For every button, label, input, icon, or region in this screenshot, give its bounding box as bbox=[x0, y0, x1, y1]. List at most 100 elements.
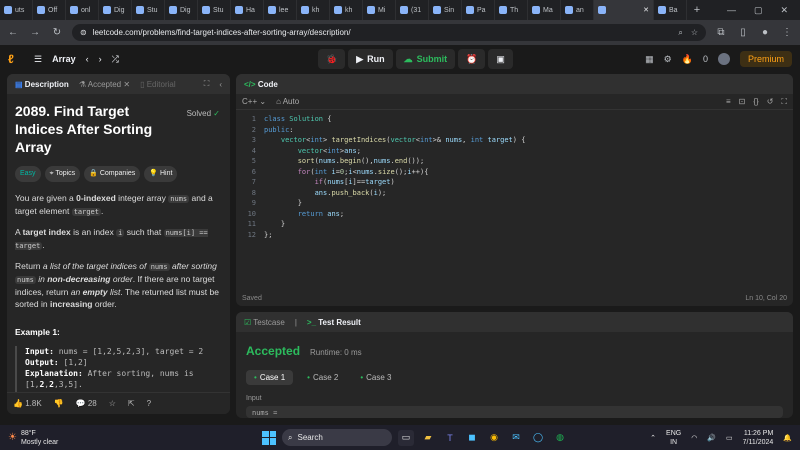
settings-gear-icon[interactable]: ⚙ bbox=[664, 54, 672, 65]
spotify-icon[interactable]: ◍ bbox=[552, 430, 568, 446]
forward-icon[interactable]: → bbox=[28, 27, 42, 38]
code-line[interactable]: class Solution { bbox=[264, 114, 525, 125]
browser-tab[interactable]: an bbox=[561, 0, 594, 20]
volume-icon[interactable]: 🔊 bbox=[707, 434, 716, 442]
notification-icon[interactable]: 🔔 bbox=[783, 434, 792, 442]
code-line[interactable]: ans.push_back(i); bbox=[264, 188, 525, 199]
wifi-icon[interactable]: ◠ bbox=[691, 434, 697, 442]
extensions-icon[interactable]: ⧉ bbox=[714, 27, 728, 38]
task-view-icon[interactable]: ▭ bbox=[398, 429, 414, 446]
browser-tab[interactable]: Mi bbox=[363, 0, 396, 20]
problem-list-label[interactable]: Array bbox=[52, 54, 76, 64]
tab-description[interactable]: ▤ Description bbox=[15, 80, 69, 89]
browser-tab[interactable]: Th bbox=[495, 0, 528, 20]
tab-editorial[interactable]: ▯ Editorial bbox=[140, 80, 176, 89]
browser-tab[interactable]: onl bbox=[66, 0, 99, 20]
zoom-icon[interactable]: ⌕ bbox=[678, 28, 682, 38]
code-line[interactable]: public: bbox=[264, 125, 525, 136]
timer-button[interactable]: ⏰ bbox=[458, 49, 486, 69]
streak-fire-icon[interactable]: 🔥 bbox=[682, 54, 693, 65]
shuffle-icon[interactable]: ⤮ bbox=[112, 54, 119, 65]
maximize-panel-icon[interactable]: ⛶ bbox=[204, 79, 210, 89]
submit-button[interactable]: ☁ Submit bbox=[395, 49, 456, 69]
favorite-star-icon[interactable]: ☆ bbox=[109, 399, 116, 408]
mail-icon[interactable]: ✉ bbox=[508, 430, 524, 446]
premium-button[interactable]: Premium bbox=[739, 51, 792, 67]
notes-button[interactable]: ▣ bbox=[488, 49, 513, 69]
browser-tab[interactable]: Ha bbox=[231, 0, 264, 20]
close-tab-icon[interactable]: ✕ bbox=[643, 6, 649, 14]
url-field[interactable]: ⊜ leetcode.com/problems/find-target-indi… bbox=[72, 24, 706, 41]
browser-tab[interactable]: Sin bbox=[429, 0, 462, 20]
code-line[interactable]: for(int i=0;i<nums.size();i++){ bbox=[264, 167, 525, 178]
code-line[interactable]: } bbox=[264, 198, 525, 209]
collapse-panel-icon[interactable]: ‹ bbox=[219, 80, 222, 89]
browser-tab[interactable]: lee bbox=[264, 0, 297, 20]
code-line[interactable]: vector<int>ans; bbox=[264, 146, 525, 157]
cortana-icon[interactable]: ◯ bbox=[530, 430, 546, 446]
tab-code[interactable]: </> Code bbox=[244, 80, 278, 89]
code-line[interactable]: }; bbox=[264, 230, 525, 241]
autocomplete-mode[interactable]: ⌂ Auto bbox=[276, 97, 299, 106]
topics-button[interactable]: ⌖ Topics bbox=[44, 166, 81, 182]
browser-tab[interactable]: kh bbox=[330, 0, 363, 20]
browser-tab[interactable]: Ba bbox=[654, 0, 687, 20]
dislike-button[interactable]: 👎 bbox=[54, 399, 64, 408]
tray-expand-icon[interactable]: ⌃ bbox=[650, 434, 656, 442]
reset-icon[interactable]: ↺ bbox=[767, 97, 774, 107]
browser-tab[interactable]: ✕ bbox=[594, 0, 654, 20]
problem-list-icon[interactable]: ☰ bbox=[34, 54, 42, 65]
file-explorer-icon[interactable]: ▰ bbox=[420, 430, 436, 446]
browser-tab[interactable]: (31 bbox=[396, 0, 429, 20]
store-icon[interactable]: ◼ bbox=[464, 430, 480, 446]
minimize-icon[interactable]: — bbox=[727, 5, 736, 16]
browser-tab[interactable]: Ma bbox=[528, 0, 561, 20]
like-button[interactable]: 👍 1.8K bbox=[13, 399, 42, 408]
new-tab-button[interactable]: + bbox=[687, 4, 707, 16]
braces-icon[interactable]: {} bbox=[753, 97, 758, 107]
sidepanel-icon[interactable]: ▯ bbox=[736, 27, 750, 38]
chrome-icon[interactable]: ◉ bbox=[486, 430, 502, 446]
tab-testcase[interactable]: ☑ Testcase bbox=[244, 318, 285, 327]
share-icon[interactable]: ⇱ bbox=[128, 399, 135, 408]
help-icon[interactable]: ? bbox=[147, 399, 151, 408]
problem-title[interactable]: 2089. Find Target Indices After Sorting … bbox=[15, 102, 180, 156]
code-line[interactable]: sort(nums.begin(),nums.end()); bbox=[264, 156, 525, 167]
clock[interactable]: 11:26 PM 7/11/2024 bbox=[743, 429, 774, 447]
browser-tab[interactable]: Stu bbox=[198, 0, 231, 20]
debug-button[interactable]: 🐞 bbox=[318, 49, 346, 69]
browser-tab[interactable]: Off bbox=[33, 0, 66, 20]
comments-button[interactable]: 💬 28 bbox=[76, 399, 97, 408]
code-line[interactable]: vector<int> targetIndices(vector<int>& n… bbox=[264, 135, 526, 146]
case-tab[interactable]: • Case 1 bbox=[246, 370, 294, 385]
windows-start-icon[interactable] bbox=[262, 430, 276, 445]
code-line[interactable]: } bbox=[264, 219, 525, 230]
reload-icon[interactable]: ↻ bbox=[50, 27, 64, 38]
back-icon[interactable]: ← bbox=[6, 27, 20, 38]
browser-tab[interactable]: Pa bbox=[462, 0, 495, 20]
code-line[interactable]: return ans; bbox=[264, 209, 525, 220]
language-indicator[interactable]: ENG IN bbox=[666, 429, 681, 447]
browser-tab[interactable]: kh bbox=[297, 0, 330, 20]
close-tab-icon[interactable]: ✕ bbox=[123, 80, 130, 89]
bookmark-star-icon[interactable]: ☆ bbox=[691, 28, 698, 38]
battery-icon[interactable]: ▭ bbox=[726, 434, 733, 442]
run-button[interactable]: ▶ Run bbox=[348, 49, 393, 69]
teams-icon[interactable]: T bbox=[442, 430, 458, 446]
tab-accepted[interactable]: ⚗ Accepted ✕ bbox=[79, 80, 130, 89]
fullscreen-icon[interactable]: ⛶ bbox=[781, 97, 787, 107]
code-editor[interactable]: 1 2 3 4 5 6 7 8 9 10 11 12 class Solution {public: … bbox=[236, 110, 793, 240]
next-problem-icon[interactable]: › bbox=[99, 54, 102, 64]
tab-test-result[interactable]: >_ Test Result bbox=[307, 318, 361, 327]
hint-button[interactable]: 💡 Hint bbox=[144, 166, 178, 182]
prev-problem-icon[interactable]: ‹ bbox=[86, 54, 89, 64]
profile-icon[interactable]: ● bbox=[758, 27, 772, 38]
avatar[interactable] bbox=[717, 53, 730, 65]
code-lines[interactable]: class Solution {public: vector<int> targ… bbox=[264, 114, 525, 240]
companies-button[interactable]: 🔒 Companies bbox=[84, 166, 141, 182]
leetcode-logo-icon[interactable]: ℓ bbox=[8, 52, 22, 66]
bookmark-icon[interactable]: ⊡ bbox=[739, 97, 746, 107]
language-select[interactable]: C++ ⌄ bbox=[242, 97, 266, 106]
weather-widget[interactable]: ☀ 88°F Mostly clear bbox=[0, 429, 200, 447]
browser-tab[interactable]: uts bbox=[0, 0, 33, 20]
